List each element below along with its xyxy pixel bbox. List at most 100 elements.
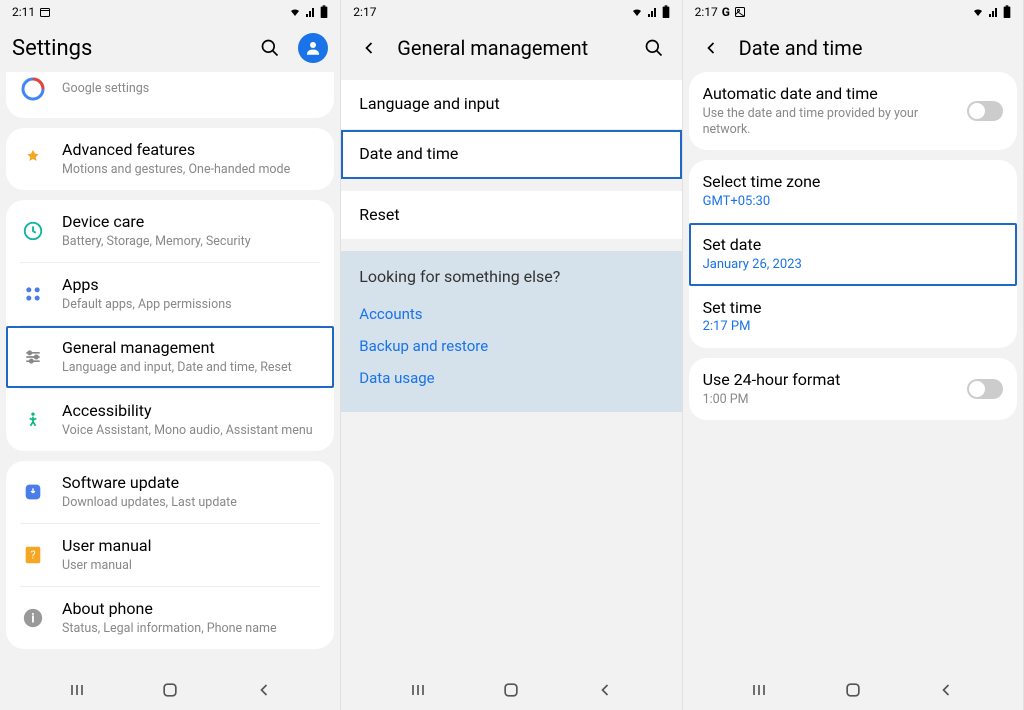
nav-home[interactable] bbox=[843, 680, 863, 700]
row-24hour[interactable]: Use 24-hour format 1:00 PM bbox=[689, 358, 1017, 420]
row-sub: Voice Assistant, Mono audio, Assistant m… bbox=[62, 423, 320, 439]
row-sub: January 26, 2023 bbox=[703, 257, 1003, 274]
settings-row-about[interactable]: i About phone Status, Legal information,… bbox=[6, 587, 334, 649]
page-title: Date and time bbox=[739, 36, 1011, 60]
settings-card-device: Device care Battery, Storage, Memory, Se… bbox=[6, 200, 334, 451]
signal-icon bbox=[647, 6, 659, 18]
status-g: G bbox=[722, 5, 730, 19]
picture-icon bbox=[734, 6, 746, 18]
settings-row-accessibility[interactable]: Accessibility Voice Assistant, Mono audi… bbox=[6, 389, 334, 451]
settings-row-update[interactable]: Software update Download updates, Last u… bbox=[6, 461, 334, 523]
toggle-auto[interactable] bbox=[967, 101, 1003, 121]
link-accounts[interactable]: Accounts bbox=[359, 298, 663, 330]
row-title: Device care bbox=[62, 212, 320, 233]
settings-row-apps[interactable]: Apps Default apps, App permissions bbox=[6, 263, 334, 325]
row-sub: Default apps, App permissions bbox=[62, 297, 320, 313]
general-icon bbox=[16, 340, 50, 374]
row-auto-datetime[interactable]: Automatic date and time Use the date and… bbox=[689, 72, 1017, 150]
status-bar: 2:17 bbox=[341, 0, 681, 24]
nav-recents[interactable] bbox=[67, 680, 87, 700]
link-backup[interactable]: Backup and restore bbox=[359, 330, 663, 362]
row-language[interactable]: Language and input bbox=[341, 80, 681, 130]
datetime-card-format: Use 24-hour format 1:00 PM bbox=[689, 358, 1017, 420]
update-icon bbox=[16, 475, 50, 509]
row-sub: User manual bbox=[62, 558, 320, 574]
search-button[interactable] bbox=[254, 32, 286, 64]
general-list: Language and input Date and time bbox=[341, 80, 681, 179]
nav-back[interactable] bbox=[595, 680, 615, 700]
nav-bar bbox=[0, 670, 340, 710]
nav-back[interactable] bbox=[936, 680, 956, 700]
row-title: Apps bbox=[62, 275, 320, 296]
settings-card-google: Google settings bbox=[6, 72, 334, 118]
page-title: Settings bbox=[12, 36, 242, 61]
header: Date and time bbox=[683, 24, 1023, 72]
row-timezone[interactable]: Select time zone GMT+05:30 bbox=[689, 160, 1017, 223]
nav-home[interactable] bbox=[160, 680, 180, 700]
profile-button[interactable] bbox=[298, 33, 328, 63]
status-bar: 2:11 bbox=[0, 0, 340, 24]
manual-icon: ? bbox=[16, 538, 50, 572]
google-icon bbox=[16, 72, 50, 106]
datetime-card-set: Select time zone GMT+05:30 Set date Janu… bbox=[689, 160, 1017, 348]
accessibility-icon bbox=[16, 403, 50, 437]
row-title: Language and input bbox=[359, 94, 499, 115]
row-title: General management bbox=[62, 338, 320, 359]
back-button[interactable] bbox=[353, 32, 385, 64]
screen-date-time: 2:17 G Date and time Automatic date and … bbox=[683, 0, 1024, 710]
row-sub: GMT+05:30 bbox=[703, 194, 1003, 211]
row-sub: Language and input, Date and time, Reset bbox=[62, 360, 320, 376]
row-reset[interactable]: Reset bbox=[341, 191, 681, 240]
row-sub: Status, Legal information, Phone name bbox=[62, 621, 320, 637]
nav-recents[interactable] bbox=[749, 680, 769, 700]
nav-bar bbox=[341, 670, 681, 710]
row-title: User manual bbox=[62, 536, 320, 557]
row-set-time[interactable]: Set time 2:17 PM bbox=[689, 286, 1017, 349]
datetime-card-auto: Automatic date and time Use the date and… bbox=[689, 72, 1017, 150]
row-sub: Use the date and time provided by your n… bbox=[703, 106, 967, 139]
looking-box: Looking for something else? Accounts Bac… bbox=[341, 251, 681, 412]
row-date-time[interactable]: Date and time bbox=[341, 130, 681, 179]
person-icon bbox=[304, 39, 322, 57]
settings-row-general[interactable]: General management Language and input, D… bbox=[6, 326, 334, 388]
signal-icon bbox=[988, 6, 1000, 18]
advanced-icon bbox=[16, 142, 50, 176]
row-title: Set date bbox=[703, 235, 1003, 256]
signal-icon bbox=[305, 6, 317, 18]
settings-card-system: Software update Download updates, Last u… bbox=[6, 461, 334, 649]
status-time: 2:17 bbox=[695, 5, 718, 19]
screen-general-management: 2:17 General management Language and inp… bbox=[341, 0, 682, 710]
toggle-24h[interactable] bbox=[967, 379, 1003, 399]
looking-title: Looking for something else? bbox=[359, 267, 663, 286]
battery-icon bbox=[1003, 5, 1011, 19]
row-title: Accessibility bbox=[62, 401, 320, 422]
apps-icon bbox=[16, 277, 50, 311]
settings-card-advanced: Advanced features Motions and gestures, … bbox=[6, 128, 334, 190]
status-time: 2:17 bbox=[353, 5, 376, 19]
page-title: General management bbox=[397, 36, 625, 60]
search-icon bbox=[644, 38, 664, 58]
screen-settings: 2:11 Settings Google settings bbox=[0, 0, 341, 710]
search-button[interactable] bbox=[638, 32, 670, 64]
row-title: Use 24-hour format bbox=[703, 370, 967, 391]
settings-row-manual[interactable]: ? User manual User manual bbox=[6, 524, 334, 586]
battery-icon bbox=[320, 5, 328, 19]
battery-icon bbox=[662, 5, 670, 19]
chevron-left-icon bbox=[359, 38, 379, 58]
chevron-left-icon bbox=[701, 38, 721, 58]
nav-back[interactable] bbox=[254, 680, 274, 700]
row-title: Software update bbox=[62, 473, 320, 494]
settings-row-device[interactable]: Device care Battery, Storage, Memory, Se… bbox=[6, 200, 334, 262]
row-set-date[interactable]: Set date January 26, 2023 bbox=[689, 223, 1017, 286]
svg-text:i: i bbox=[31, 612, 34, 627]
back-button[interactable] bbox=[695, 32, 727, 64]
link-data-usage[interactable]: Data usage bbox=[359, 362, 663, 394]
general-list-2: Reset bbox=[341, 191, 681, 240]
settings-row-advanced[interactable]: Advanced features Motions and gestures, … bbox=[6, 128, 334, 190]
row-sub: 1:00 PM bbox=[703, 392, 967, 408]
nav-home[interactable] bbox=[501, 680, 521, 700]
row-sub: 2:17 PM bbox=[703, 319, 1003, 336]
nav-recents[interactable] bbox=[408, 680, 428, 700]
status-bar: 2:17 G bbox=[683, 0, 1023, 24]
settings-row-google[interactable]: Google settings bbox=[6, 72, 334, 118]
